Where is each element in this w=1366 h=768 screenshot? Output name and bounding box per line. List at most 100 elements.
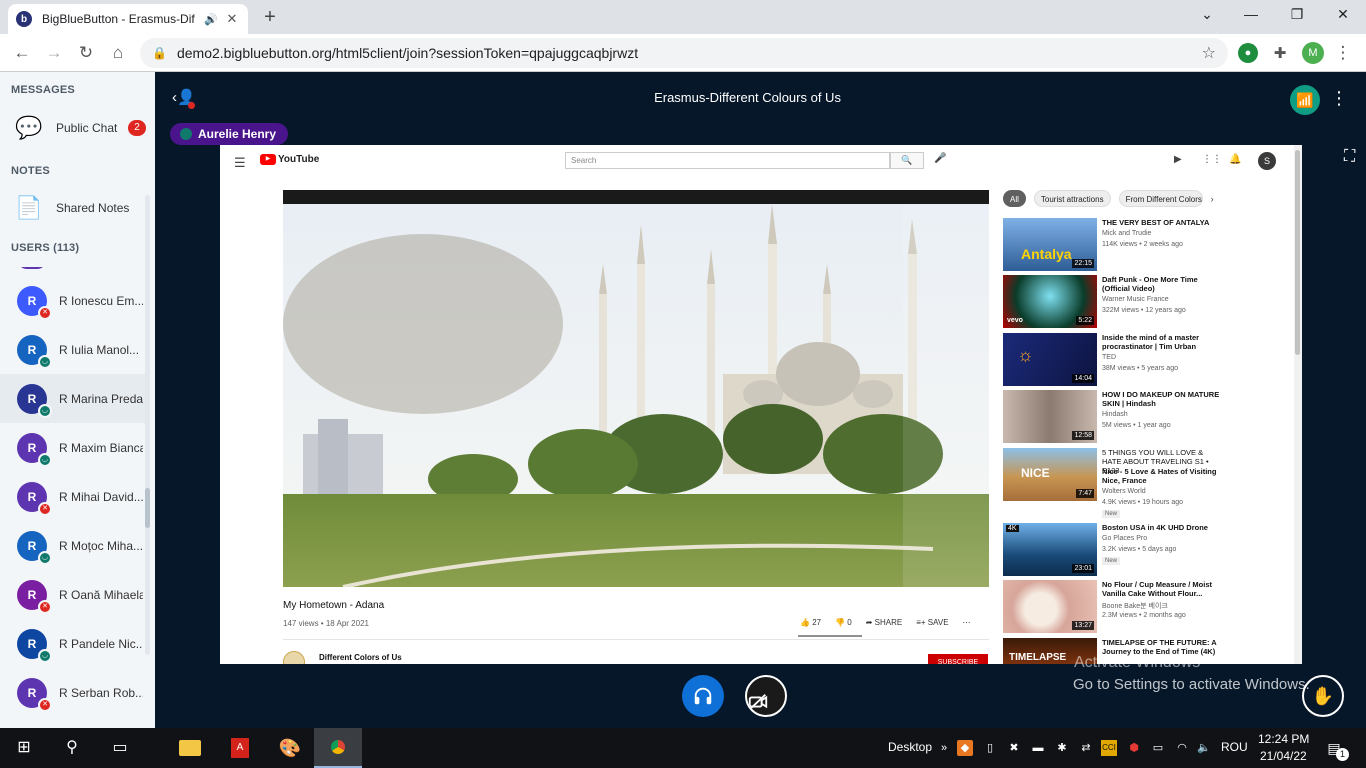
user-item-selected[interactable]: R ◡ R Marina Preda — [0, 374, 145, 423]
home-icon[interactable]: ⌂ — [107, 42, 129, 64]
youtube-logo[interactable]: ▶ YouTube — [260, 154, 319, 165]
rec-views: 4.9K views • 19 hours ago — [1102, 499, 1184, 506]
fullscreen-icon[interactable]: ⛶ — [1344, 148, 1355, 166]
monitor-icon[interactable]: ▬ — [1030, 740, 1046, 756]
recommendation-item[interactable]: vevo 5:22 Daft Punk - One More Time (Off… — [1003, 275, 1302, 330]
user-item[interactable]: R ◡ R Pandele Nic... — [0, 619, 145, 668]
youtube-account-avatar[interactable]: S — [1258, 152, 1276, 170]
tray-network-icon[interactable]: ⇄ — [1078, 740, 1094, 756]
back-icon[interactable]: ← — [11, 42, 33, 64]
user-item[interactable]: R ◡ R Maxim Bianca — [0, 423, 145, 472]
chevron-up-icon[interactable]: » — [936, 740, 952, 756]
subscribe-button[interactable]: SUBSCRIBE — [928, 654, 988, 664]
more-actions-icon[interactable]: ⋯ — [963, 618, 971, 627]
acrobat-icon[interactable]: A — [216, 728, 264, 768]
clock-date[interactable]: 21/04/22 — [1260, 749, 1307, 763]
profile-avatar[interactable]: M — [1302, 42, 1324, 64]
share-webcam-button[interactable] — [745, 675, 787, 717]
public-chat-item[interactable]: 💬 Public Chat 2 — [14, 110, 152, 146]
raise-hand-button[interactable]: ✋ — [1302, 675, 1344, 717]
apps-grid-icon[interactable]: ⋮⋮ — [1202, 154, 1222, 165]
recommendation-item[interactable]: 13:27 No Flour / Cup Measure / Moist Van… — [1003, 580, 1302, 635]
tray-alert-icon[interactable]: CCI — [1101, 740, 1117, 756]
voice-search-icon[interactable]: 🎤 — [934, 153, 946, 164]
user-item[interactable]: R ✕ R Ionescu Em... — [0, 276, 145, 325]
connection-status-icon[interactable]: 📶 — [1290, 85, 1320, 115]
talker-name: Aurelie Henry — [198, 127, 277, 141]
avatar: R ◡ — [17, 432, 52, 467]
like-button[interactable]: 👍 27 — [800, 618, 821, 627]
listen-only-icon: ◡ — [38, 403, 52, 418]
options-menu-icon[interactable]: ⋮ — [1330, 88, 1348, 109]
hamburger-menu-icon[interactable]: ☰ — [234, 155, 246, 171]
bluetooth-icon[interactable]: ✱ — [1054, 740, 1070, 756]
video-player[interactable] — [283, 190, 989, 587]
speaker-icon[interactable]: 🔊 — [204, 13, 218, 26]
toggle-userlist-icon[interactable]: ‹👤 — [172, 88, 196, 109]
extension-icon[interactable]: ● — [1238, 43, 1258, 63]
youtube-search-input[interactable]: Search — [565, 152, 890, 169]
browser-menu-icon[interactable]: ⋮ — [1332, 42, 1354, 64]
chevron-right-icon[interactable]: › — [1211, 194, 1214, 204]
shield-icon[interactable]: ⬢ — [1126, 740, 1142, 756]
chip-tourist-attractions[interactable]: Tourist attractions — [1033, 190, 1111, 207]
user-item[interactable]: R ✕ R Mihai David... — [0, 472, 145, 521]
new-tab-icon[interactable]: + — [260, 7, 280, 27]
tab-title: BigBlueButton - Erasmus-Dif — [42, 12, 195, 26]
lock-icon[interactable]: 🔒 — [152, 46, 167, 60]
browser-tab[interactable]: b BigBlueButton - Erasmus-Dif 🔊 ✕ — [8, 4, 248, 34]
maximize-icon[interactable]: ❐ — [1287, 6, 1307, 23]
clock-time[interactable]: 12:24 PM — [1258, 732, 1309, 746]
user-item[interactable]: R ✕ R Oană Mihaela — [0, 570, 145, 619]
chip-from-different-colors[interactable]: From Different Colors — [1118, 190, 1203, 207]
search-icon[interactable]: ⚲ — [60, 736, 84, 760]
share-button[interactable]: ➦ SHARE — [866, 618, 903, 627]
recommendation-item[interactable]: Antalya 22:15 THE VERY BEST OF ANTALYA M… — [1003, 218, 1302, 273]
volume-icon[interactable]: 🔈 — [1196, 740, 1212, 756]
recommendation-item[interactable]: 4K 23:01 Boston USA in 4K UHD Drone Go P… — [1003, 523, 1302, 578]
task-view-icon[interactable]: ▭ — [108, 736, 132, 760]
paint-icon[interactable]: 🎨 — [266, 728, 314, 768]
file-explorer-icon[interactable] — [166, 728, 214, 768]
chrome-taskbar-icon[interactable] — [314, 728, 362, 768]
windows-start-icon[interactable]: ⊞ — [12, 736, 36, 760]
recommendation-item[interactable]: ☼ 14:04 Inside the mind of a master proc… — [1003, 333, 1302, 388]
shared-notes-item[interactable]: 📄 Shared Notes — [14, 190, 152, 226]
user-item[interactable]: R ✕ R Serban Rob... — [0, 668, 145, 717]
talking-indicator[interactable]: Aurelie Henry — [170, 123, 289, 145]
dislike-button[interactable]: 👎 0 — [835, 618, 852, 627]
audio-button[interactable] — [682, 675, 724, 717]
notifications-bell-icon[interactable]: 🔔 — [1229, 154, 1241, 165]
user-item[interactable]: R ◡ R Moțoc Miha... — [0, 521, 145, 570]
user-name: R Serban Rob... — [59, 685, 143, 700]
recommendation-item[interactable]: 12:58 HOW I DO MAKEUP ON MATURE SKIN | H… — [1003, 390, 1302, 445]
tray-tool-icon[interactable]: ✖ — [1006, 740, 1022, 756]
close-window-icon[interactable]: ✕ — [1333, 6, 1353, 23]
usb-icon[interactable]: ▯ — [982, 740, 998, 756]
channel-name[interactable]: Different Colors of Us — [319, 653, 402, 662]
forward-icon[interactable]: → — [43, 42, 65, 64]
minimize-icon[interactable]: — — [1241, 6, 1261, 22]
search-icon[interactable]: 🔍 — [890, 152, 924, 169]
channel-logo[interactable] — [283, 651, 305, 664]
bookmark-star-icon[interactable]: ☆ — [1202, 43, 1216, 63]
create-video-icon[interactable]: ▶ — [1174, 154, 1182, 165]
desktop-toolbar-label[interactable]: Desktop — [888, 740, 932, 754]
battery-icon[interactable]: ▭ — [1150, 740, 1166, 756]
user-list-scroll-thumb[interactable] — [145, 488, 150, 528]
recommendation-item[interactable]: NICE 7:47 5 THINGS YOU WILL LOVE & HATE … — [1003, 448, 1302, 518]
puzzle-extensions-icon[interactable]: ✚ — [1270, 43, 1290, 63]
close-tab-icon[interactable]: ✕ — [224, 11, 240, 27]
url-text: demo2.bigbluebutton.org/html5client/join… — [176, 45, 639, 61]
reload-icon[interactable]: ↻ — [75, 42, 97, 64]
user-list-scrollbar[interactable] — [145, 195, 150, 655]
wifi-icon[interactable]: ◠ — [1174, 740, 1190, 756]
language-indicator[interactable]: ROU — [1221, 740, 1248, 754]
chip-all[interactable]: All — [1003, 190, 1026, 207]
tray-app-icon[interactable]: ◆ — [957, 740, 973, 756]
tab-search-icon[interactable]: ⌄ — [1197, 6, 1217, 23]
save-button[interactable]: ≡+ SAVE — [916, 618, 948, 627]
address-bar[interactable]: 🔒 demo2.bigbluebutton.org/html5client/jo… — [140, 38, 1228, 68]
youtube-scroll-thumb[interactable] — [1295, 150, 1300, 355]
user-item[interactable]: R ◡ R Iulia Manol... — [0, 325, 145, 374]
